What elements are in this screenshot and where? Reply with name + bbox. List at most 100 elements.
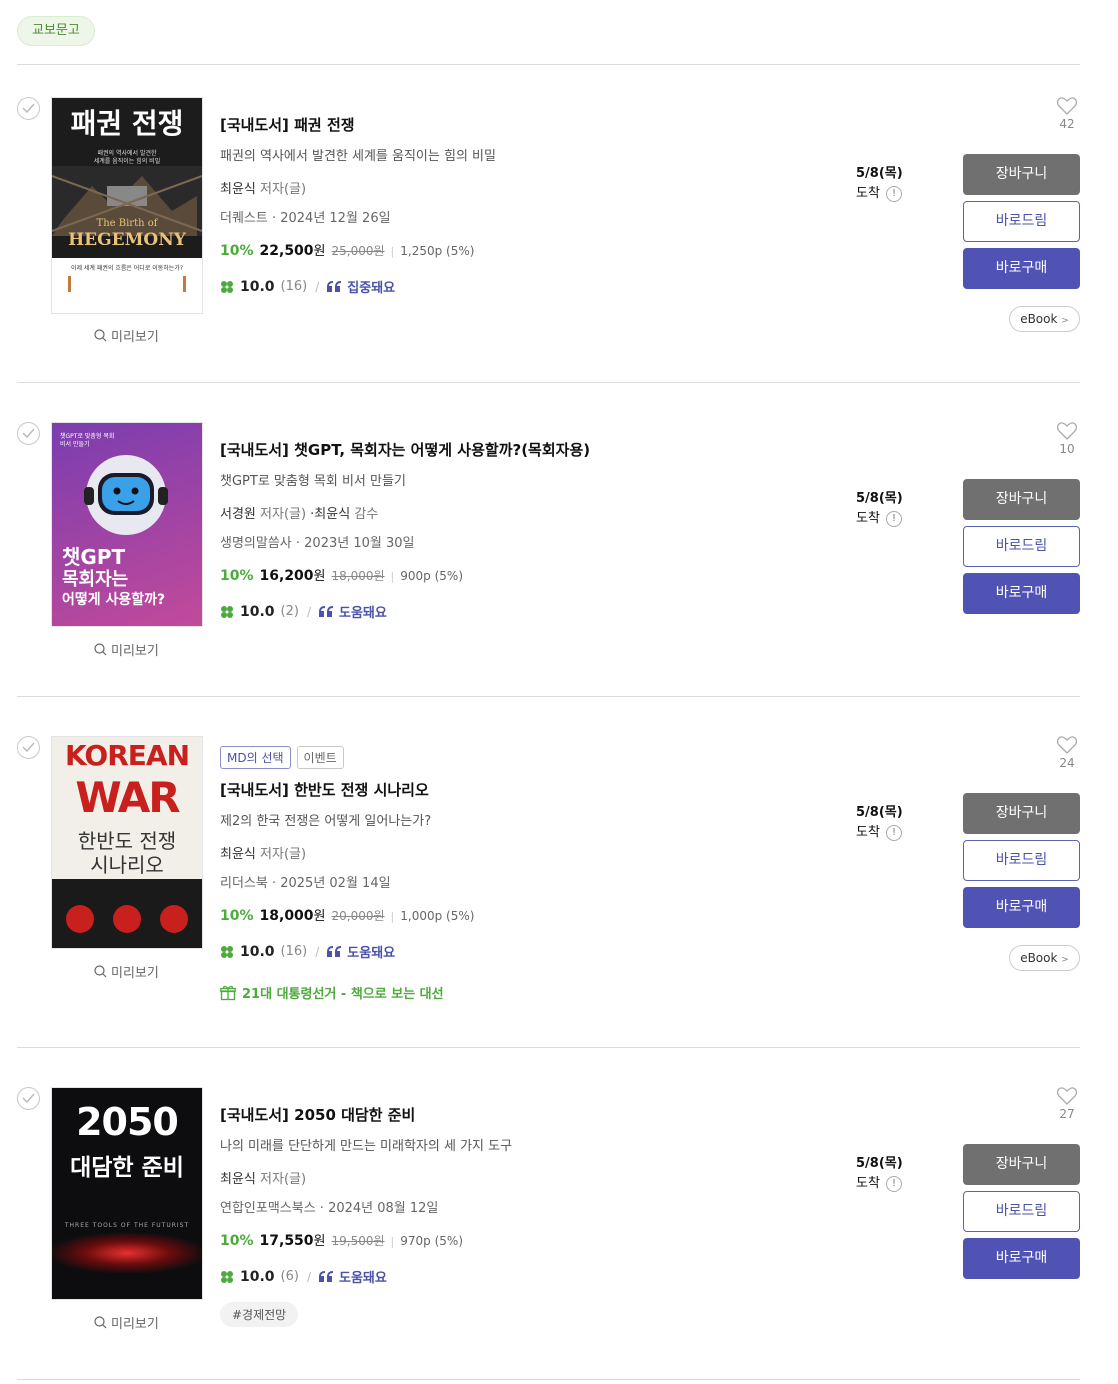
ebook-button[interactable]: eBook > [1009, 945, 1080, 971]
buy-now-button[interactable]: 바로구매 [963, 887, 1080, 928]
sale-price: 18,000 [259, 908, 314, 924]
info-icon[interactable]: ! [886, 1175, 903, 1192]
select-checkbox[interactable] [17, 1087, 40, 1110]
store-filter-tag[interactable]: 교보문고 [17, 16, 95, 46]
like-button[interactable]: 24 [1055, 736, 1079, 770]
book-cover[interactable]: KOREAN WAR 한반도 전쟁 시나리오 [51, 736, 203, 949]
like-button[interactable]: 10 [1055, 422, 1079, 456]
book-info: [국내도서] 패권 전쟁 패권의 역사에서 발견한 세계를 움직이는 힘의 비밀… [220, 114, 820, 296]
select-checkbox[interactable] [17, 736, 40, 759]
price-unit: 원 [313, 244, 326, 259]
book-info: MD의 선택 이벤트 [국내도서] 한반도 전쟁 시나리오 제2의 한국 전쟁은… [220, 746, 820, 1002]
ebook-button[interactable]: eBook > [1009, 306, 1080, 332]
cover-text: 세계를 움직이는 힘의 비밀 [93, 158, 161, 165]
add-to-cart-button[interactable]: 장바구니 [963, 793, 1080, 834]
add-to-cart-button[interactable]: 장바구니 [963, 1144, 1080, 1185]
review-keyword[interactable]: 도움돼요 [339, 1267, 387, 1286]
select-checkbox[interactable] [17, 97, 40, 120]
delivery-info: 5/8(목) 도착 ! [856, 164, 903, 204]
reward-points: 970p (5%) [400, 1234, 464, 1248]
heart-icon [1057, 97, 1077, 115]
add-to-cart-button[interactable]: 장바구니 [963, 154, 1080, 195]
delivery-label: 도착 [856, 825, 880, 840]
baro-dream-button[interactable]: 바로드림 [963, 1191, 1080, 1232]
clover-icon [221, 605, 233, 618]
review-keyword[interactable]: 도움돼요 [339, 602, 387, 621]
add-to-cart-button[interactable]: 장바구니 [963, 479, 1080, 520]
author-name[interactable]: 최윤식 [220, 182, 256, 197]
author-name[interactable]: 최윤식 [220, 847, 256, 862]
preview-button[interactable]: 미리보기 [94, 962, 159, 981]
clover-icon [221, 280, 233, 293]
rating-count: (16) [280, 944, 308, 959]
author: 서경원 저자(글) ·최윤식 감수 [220, 503, 820, 522]
author: 최윤식 저자(글) [220, 843, 820, 862]
book-title[interactable]: [국내도서] 패권 전쟁 [220, 114, 820, 135]
divider [17, 64, 1080, 65]
cover-title: 패권 전쟁 [70, 107, 184, 140]
md-pick-badge: MD의 선택 [220, 746, 291, 769]
cover-title: 어떻게 사용할까? [62, 592, 166, 608]
book-title[interactable]: [국내도서] 한반도 전쟁 시나리오 [220, 779, 820, 800]
buy-now-button[interactable]: 바로구매 [963, 248, 1080, 289]
search-icon [94, 1316, 107, 1329]
book-info: [국내도서] 2050 대담한 준비 나의 미래를 단단하게 만드는 미래학자의… [220, 1104, 820, 1327]
book-title[interactable]: [국내도서] 챗GPT, 목회자는 어떻게 사용할까?(목회자용) [220, 439, 820, 460]
review-keyword[interactable]: 집중돼요 [347, 277, 395, 296]
search-icon [94, 643, 107, 656]
price-row: 10% 17,550원 19,500원 | 970p (5%) [220, 1233, 464, 1249]
buy-now-button[interactable]: 바로구매 [963, 573, 1080, 614]
preview-button[interactable]: 미리보기 [94, 640, 159, 659]
delivery-label: 도착 [856, 186, 880, 201]
delivery-info: 5/8(목) 도착 ! [856, 489, 903, 529]
baro-dream-button[interactable]: 바로드림 [963, 526, 1080, 567]
rating-row: 10.0 (6) / 도움돼요 [220, 1267, 820, 1286]
book-cover[interactable]: 패권 전쟁 패권의 역사에서 발견한 세계를 움직이는 힘의 비밀 The Bi… [51, 97, 203, 314]
quote-icon [327, 946, 342, 957]
event-link[interactable]: 21대 대통령선거 - 책으로 보는 대선 [220, 983, 820, 1002]
cover-title: 대담한 준비 [70, 1155, 184, 1181]
book-cover[interactable]: 2050 대담한 준비 THREE TOOLS OF THE FUTURIST [51, 1087, 203, 1300]
chevron-right-icon: > [1061, 955, 1069, 965]
rating-count: (16) [280, 279, 308, 294]
book-title[interactable]: [국내도서] 2050 대담한 준비 [220, 1104, 820, 1125]
buy-now-button[interactable]: 바로구매 [963, 1238, 1080, 1279]
preview-button[interactable]: 미리보기 [94, 326, 159, 345]
like-button[interactable]: 42 [1055, 97, 1079, 131]
select-checkbox[interactable] [17, 422, 40, 445]
cover-text: HEGEMONY [68, 230, 186, 250]
delivery-info: 5/8(목) 도착 ! [856, 1154, 903, 1194]
info-icon[interactable]: ! [886, 185, 903, 202]
rating-row: 10.0 (2) / 도움돼요 [220, 602, 820, 621]
author-role: 저자(글) [255, 507, 307, 522]
check-icon [22, 103, 35, 113]
hashtag-chip[interactable]: #경제전망 [220, 1302, 299, 1327]
preview-button[interactable]: 미리보기 [94, 1313, 159, 1332]
like-button[interactable]: 27 [1055, 1087, 1079, 1121]
divider [17, 1047, 1080, 1048]
like-count: 24 [1059, 756, 1075, 770]
review-keyword[interactable]: 도움돼요 [347, 942, 395, 961]
book-cover[interactable]: 챗GPT로 맞춤형 목회 비서 만들기 챗GPT 목회자는 어떻게 사용할까? [51, 422, 203, 627]
cover-text: The Birth of [96, 218, 158, 229]
ebook-label: eBook [1020, 951, 1058, 965]
search-icon [94, 965, 107, 978]
clover-icon [221, 1270, 233, 1283]
info-icon[interactable]: ! [886, 824, 903, 841]
rating-score: 10.0 [240, 278, 275, 295]
author-name[interactable]: ·최윤식 [306, 507, 350, 522]
heart-icon [1057, 1087, 1077, 1105]
author-name[interactable]: 최윤식 [220, 1172, 256, 1187]
delivery-label: 도착 [856, 511, 880, 526]
author: 최윤식 저자(글) [220, 1168, 820, 1187]
delivery-label: 도착 [856, 1176, 880, 1191]
preview-label: 미리보기 [111, 330, 159, 345]
baro-dream-button[interactable]: 바로드림 [963, 201, 1080, 242]
info-icon[interactable]: ! [886, 510, 903, 527]
cover-title: WAR [75, 773, 180, 822]
original-price: 20,000원 [331, 909, 385, 923]
baro-dream-button[interactable]: 바로드림 [963, 840, 1080, 881]
cover-title: 목회자는 [62, 569, 129, 590]
rating-row: 10.0 (16) / 집중돼요 [220, 277, 820, 296]
author-name[interactable]: 서경원 [220, 507, 256, 522]
